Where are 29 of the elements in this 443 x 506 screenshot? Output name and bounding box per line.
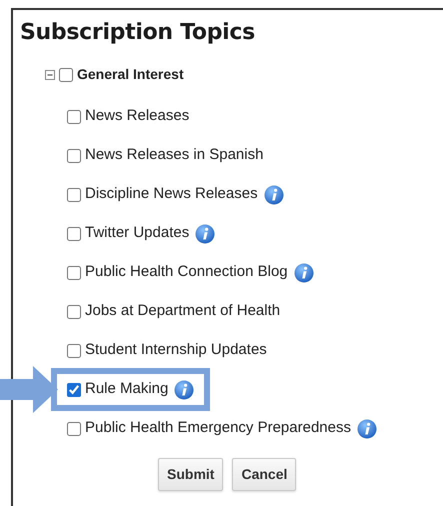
topic-checkbox[interactable]	[67, 188, 81, 202]
info-icon[interactable]	[356, 418, 377, 438]
topic-label: Discipline News Releases	[85, 184, 258, 204]
collapse-icon[interactable]	[45, 70, 55, 80]
topic-label: Rule Making	[85, 379, 168, 400]
form-button[interactable]: Submit	[158, 458, 224, 491]
info-icon[interactable]	[294, 262, 314, 282]
topic-checkbox[interactable]	[67, 226, 81, 240]
topic-label: Student Internship Updates	[85, 340, 267, 360]
topic-label: Public Health Connection Blog	[85, 262, 288, 282]
info-icon[interactable]	[195, 224, 216, 244]
topic-label: Twitter Updates	[85, 223, 190, 244]
group-label: General Interest	[77, 65, 184, 84]
topic-label: Public Health Emergency Preparedness	[85, 418, 351, 438]
info-icon[interactable]	[174, 380, 194, 400]
topic-label: News Releases	[85, 106, 190, 126]
topic-checkbox[interactable]	[67, 110, 81, 124]
form-button[interactable]: Cancel	[232, 458, 296, 491]
topic-checkbox[interactable]	[67, 266, 81, 280]
topic-checkbox[interactable]	[67, 304, 81, 318]
page-title: Subscription Topics	[20, 19, 256, 47]
info-icon[interactable]	[264, 184, 284, 204]
topic-label: News Releases in Spanish	[85, 145, 264, 166]
group-checkbox[interactable]	[59, 68, 73, 82]
topic-checkbox[interactable]	[67, 382, 81, 396]
topic-checkbox[interactable]	[67, 422, 81, 436]
topic-checkbox[interactable]	[67, 148, 81, 162]
topic-checkbox[interactable]	[67, 344, 81, 358]
topic-label: Jobs at Department of Health	[85, 301, 280, 322]
